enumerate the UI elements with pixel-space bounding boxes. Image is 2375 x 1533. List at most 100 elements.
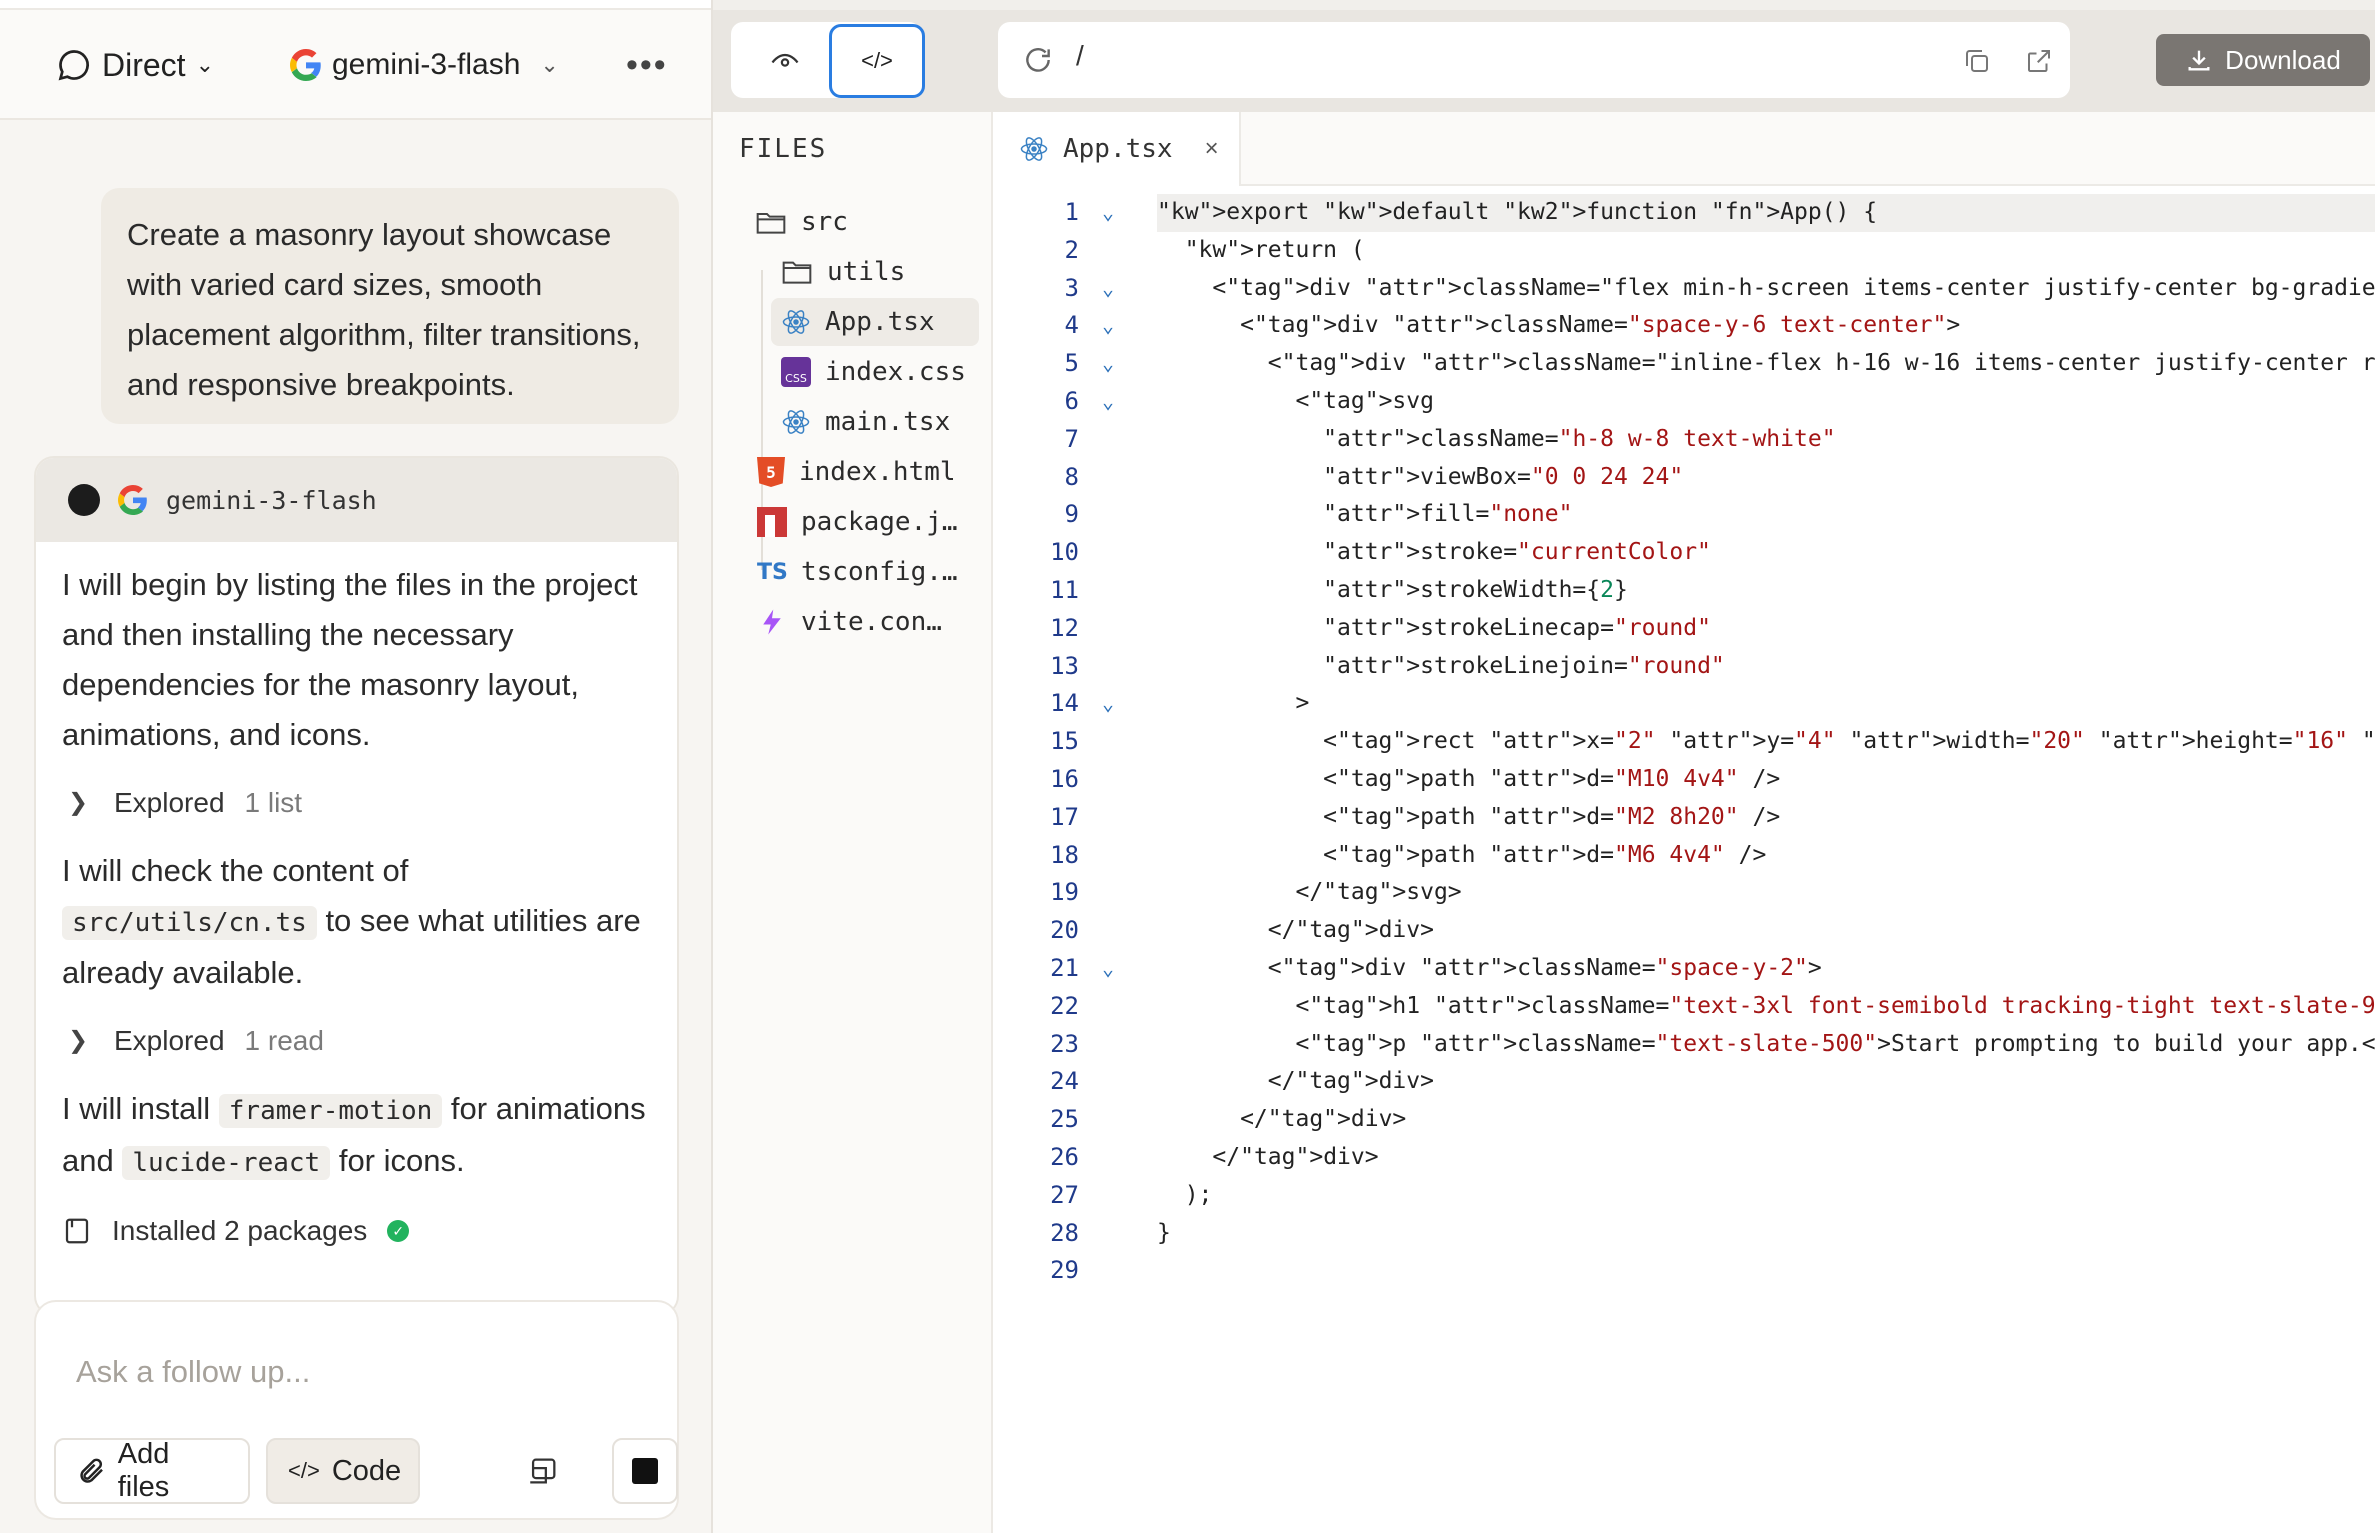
follow-up-input[interactable] — [76, 1350, 636, 1394]
line-number: 12 — [1050, 613, 1079, 642]
tool-call-installed[interactable]: Installed 2 packages ✓ — [62, 1206, 651, 1256]
code-text: <"tag">div "attr">className="inline-flex… — [1157, 350, 2375, 377]
code-text: <"tag">div "attr">className="space-y-2"> — [1157, 954, 1822, 981]
download-label: Download — [2225, 44, 2341, 75]
tab-label: App.tsx — [1063, 134, 1173, 164]
url-path[interactable]: / — [1076, 40, 1084, 72]
reload-icon[interactable] — [1022, 44, 1054, 76]
code-line[interactable]: 3 ⌄ <"tag">div "attr">className="flex min… — [993, 270, 2375, 308]
model-dropdown[interactable]: gemini-3-flash ⌄ — [290, 10, 559, 120]
line-number: 19 — [1050, 878, 1079, 907]
inline-code: src/utils/cn.ts — [62, 906, 317, 940]
code-line[interactable]: 13 "attr">strokeLinejoin="round" — [993, 648, 2375, 686]
tab-app-tsx[interactable]: App.tsx × — [993, 112, 1241, 186]
code-mode-button[interactable]: </> Code — [266, 1438, 420, 1504]
code-line[interactable]: 27 ); — [993, 1177, 2375, 1215]
code-line[interactable]: 10 "attr">stroke="currentColor" — [993, 534, 2375, 572]
assistant-paragraph: I will check the content of src/utils/cn… — [62, 846, 651, 998]
fold-chevron-icon[interactable]: ⌄ — [1093, 685, 1123, 723]
fold-chevron-icon[interactable]: ⌄ — [1093, 383, 1123, 421]
code-line[interactable]: 7 "attr">className="h-8 w-8 text-white" — [993, 421, 2375, 459]
top-strip — [0, 0, 711, 10]
css-icon: CSS — [781, 357, 811, 387]
line-number: 2 — [1064, 235, 1079, 264]
fold-chevron-icon[interactable]: ⌄ — [1093, 345, 1123, 383]
mode-dropdown[interactable]: Direct ⌄ — [56, 10, 214, 120]
code-text: "attr">strokeLinejoin="round" — [1323, 652, 1725, 679]
code-text: "attr">className="h-8 w-8 text-white" — [1323, 425, 1836, 452]
code-line[interactable]: 21 ⌄ <"tag">div "attr">className="space-y… — [993, 950, 2375, 988]
line-number: 17 — [1050, 802, 1079, 831]
file-item-app-tsx[interactable]: App.tsx — [771, 298, 979, 346]
code-line[interactable]: 17 <"tag">path "attr">d="M2 8h20" /> — [993, 799, 2375, 837]
fold-chevron-icon[interactable]: ⌄ — [1093, 307, 1123, 345]
fold-chevron-icon[interactable]: ⌄ — [1093, 270, 1123, 308]
code-lines[interactable]: 1 ⌄ "kw">export "kw">default "kw2">functio… — [993, 194, 2375, 1290]
code-line[interactable]: 15 <"tag">rect "attr">x="2" "attr">y="4"… — [993, 723, 2375, 761]
stop-button[interactable] — [612, 1438, 678, 1504]
file-item-tsconfig[interactable]: TS tsconfig.… — [757, 548, 977, 596]
code-line[interactable]: 12 "attr">strokeLinecap="round" — [993, 610, 2375, 648]
add-files-label: Add files — [117, 1438, 170, 1503]
close-icon[interactable]: × — [1205, 135, 1219, 163]
code-line[interactable]: 4 ⌄ <"tag">div "attr">className="space-y-… — [993, 307, 2375, 345]
code-line[interactable]: 2 "kw">return ( — [993, 232, 2375, 270]
code-line[interactable]: 6 ⌄ <"tag">svg — [993, 383, 2375, 421]
code-view-button[interactable]: </> — [829, 24, 925, 98]
layout-toggle-button[interactable] — [510, 1438, 576, 1504]
code-line[interactable]: 8 "attr">viewBox="0 0 24 24" — [993, 459, 2375, 497]
tool-call-explored-read[interactable]: ❯ Explored 1 read — [62, 1016, 651, 1066]
code-line[interactable]: 20 </"tag">div> — [993, 912, 2375, 950]
fold-chevron-icon[interactable]: ⌄ — [1093, 194, 1123, 232]
code-text: ); — [1157, 1181, 1213, 1208]
code-line[interactable]: 28} — [993, 1215, 2375, 1253]
code-text: </"tag">div> — [1157, 1068, 1434, 1095]
code-line[interactable]: 5 ⌄ <"tag">div "attr">className="inline-f… — [993, 345, 2375, 383]
code-line[interactable]: 18 <"tag">path "attr">d="M6 4v4" /> — [993, 837, 2375, 875]
more-options-button[interactable]: ••• — [626, 10, 668, 120]
tool-call-explored-list[interactable]: ❯ Explored 1 list — [62, 778, 651, 828]
paperclip-icon — [80, 1458, 103, 1483]
line-number: 18 — [1050, 840, 1079, 869]
code-line[interactable]: 29 — [993, 1252, 2375, 1290]
preview-view-button[interactable] — [753, 34, 817, 86]
google-icon — [290, 49, 321, 81]
code-line[interactable]: 9 "attr">fill="none" — [993, 496, 2375, 534]
code-line[interactable]: 16 <"tag">path "attr">d="M10 4v4" /> — [993, 761, 2375, 799]
download-button[interactable]: Download — [2156, 34, 2370, 86]
file-item-main-tsx[interactable]: main.tsx — [781, 398, 975, 446]
check-circle-icon: ✓ — [387, 1220, 410, 1242]
code-line[interactable]: 25 </"tag">div> — [993, 1101, 2375, 1139]
file-item-src[interactable]: src — [755, 198, 975, 246]
copy-icon[interactable] — [1962, 46, 1992, 76]
line-number: 8 — [1064, 462, 1079, 491]
code-text: <"tag">svg — [1157, 387, 1434, 414]
code-text: "attr">strokeWidth={2} — [1323, 576, 1628, 603]
inline-code: lucide-react — [122, 1146, 331, 1180]
file-item-vite-config[interactable]: vite.con… — [757, 598, 977, 646]
code-line[interactable]: 24 </"tag">div> — [993, 1063, 2375, 1101]
code-line[interactable]: 14 ⌄ > — [993, 685, 2375, 723]
assistant-body: I will begin by listing the files in the… — [36, 542, 677, 1256]
file-item-package-json[interactable]: package.j… — [757, 498, 977, 546]
tool-label: Explored — [114, 1025, 225, 1056]
files-title: FILES — [739, 134, 828, 164]
code-line[interactable]: 23 <"tag">p "attr">className="text-slate… — [993, 1026, 2375, 1064]
code-label: Code — [331, 1454, 402, 1487]
external-link-icon[interactable] — [2024, 46, 2054, 76]
chevron-down-icon: ⌄ — [540, 52, 559, 77]
fold-chevron-icon[interactable]: ⌄ — [1093, 950, 1123, 988]
code-line[interactable]: 11 "attr">strokeWidth={2} — [993, 572, 2375, 610]
code-line[interactable]: 22 <"tag">h1 "attr">className="text-3xl … — [993, 988, 2375, 1026]
file-item-index-html[interactable]: 5 index.html — [757, 448, 977, 496]
code-line[interactable]: 1 ⌄ "kw">export "kw">default "kw2">functio… — [993, 194, 2375, 232]
code-line[interactable]: 19 </"tag">svg> — [993, 874, 2375, 912]
file-item-utils[interactable]: utils — [781, 248, 975, 296]
file-item-index-css[interactable]: CSS index.css — [781, 348, 975, 396]
line-number: 5 — [1064, 349, 1079, 378]
code-text: <"tag">path "attr">d="M10 4v4" /> — [1157, 765, 1781, 792]
file-name: vite.con… — [801, 607, 942, 637]
code-line[interactable]: 26 </"tag">div> — [993, 1139, 2375, 1177]
add-files-button[interactable]: Add files — [54, 1438, 250, 1504]
stop-icon — [632, 1458, 658, 1484]
